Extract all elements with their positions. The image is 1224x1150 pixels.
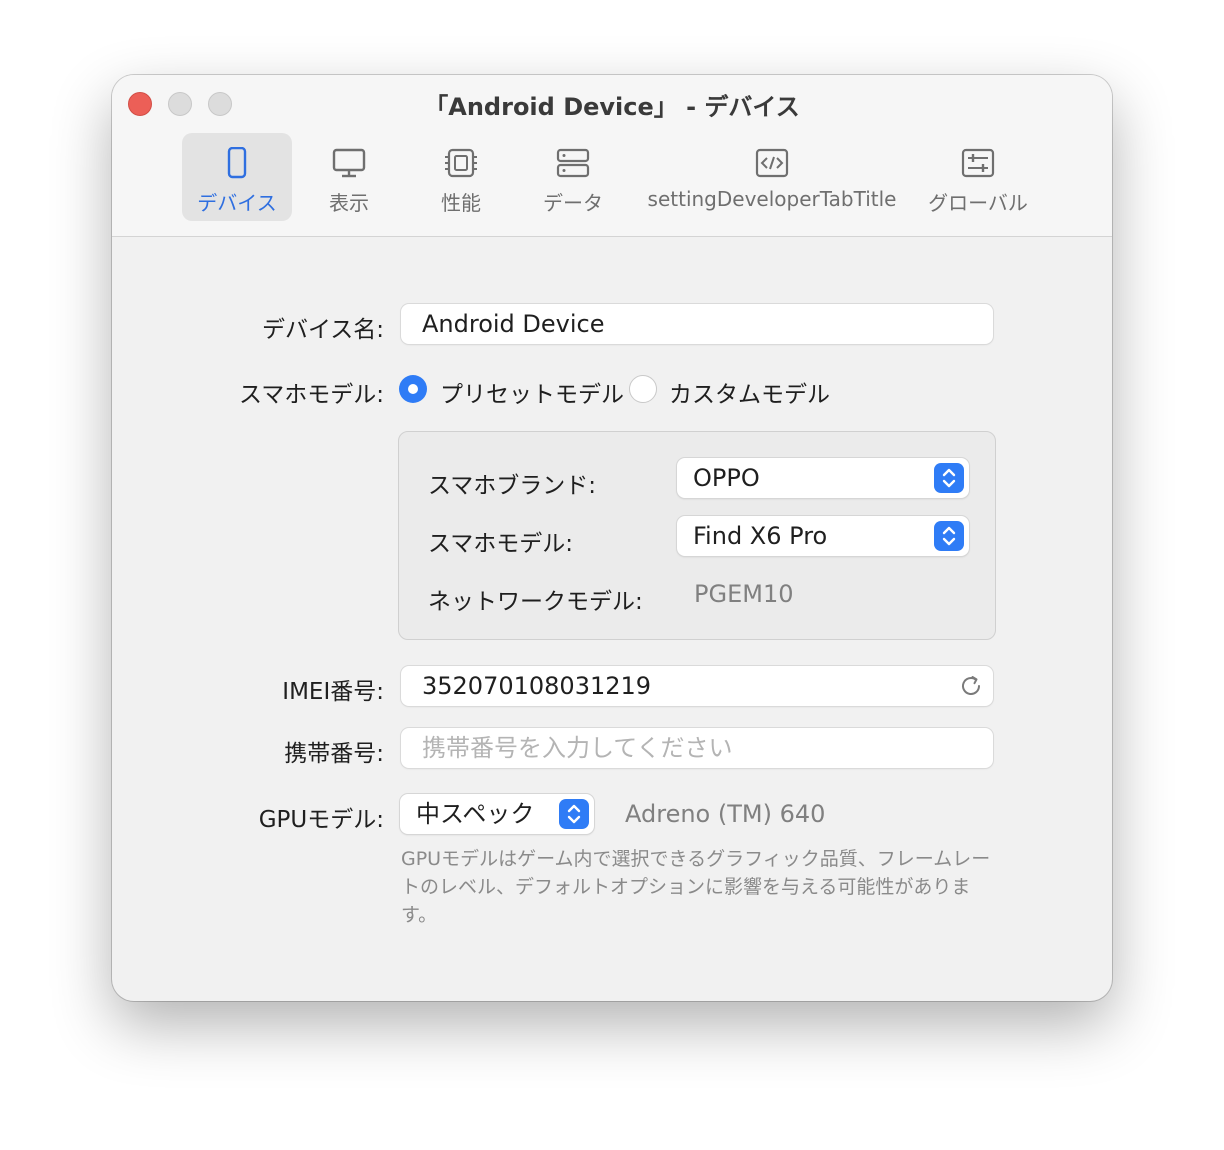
title-bar: 「Android Device」 - デバイス デバイス 表示 性能 データ s…	[112, 75, 1112, 237]
phone-model-value: Find X6 Pro	[693, 522, 828, 550]
phone-model-popup[interactable]: Find X6 Pro	[677, 516, 969, 556]
cpu-icon	[445, 148, 477, 178]
gpu-help-text: GPUモデルはゲーム内で選択できるグラフィック品質、フレームレートのレベル、デフ…	[401, 848, 991, 926]
gpu-model-value: 中スペック	[416, 800, 535, 828]
phone-model-popup-stepper[interactable]	[934, 521, 964, 551]
phone-number-label: 携帯番号:	[284, 741, 384, 767]
tab-display[interactable]: 表示	[294, 133, 404, 221]
imei-label: IMEI番号:	[282, 679, 384, 705]
model-type-label: スマホモデル:	[238, 382, 384, 408]
network-model-label: ネットワークモデル:	[428, 589, 643, 615]
brand-label: スマホブランド:	[428, 473, 597, 499]
tab-label: グローバル	[928, 191, 1028, 215]
tab-label: settingDeveloperTabTitle	[647, 187, 897, 211]
gpu-model-popup[interactable]: 中スペック	[400, 794, 594, 834]
chevron-up-down-icon	[942, 526, 956, 546]
custom-model-radio[interactable]	[629, 375, 657, 403]
tab-device[interactable]: デバイス	[182, 133, 292, 221]
phone-model-label: スマホモデル:	[428, 531, 574, 557]
device-name-label: デバイス名:	[261, 317, 384, 343]
monitor-icon	[332, 148, 366, 178]
server-icon	[556, 148, 590, 178]
phone-icon	[227, 147, 247, 179]
tab-label: デバイス	[197, 191, 277, 215]
device-name-input[interactable]: Android Device	[401, 304, 993, 344]
tab-data[interactable]: データ	[518, 133, 628, 221]
brand-popup[interactable]: OPPO	[677, 458, 969, 498]
device-name-value: Android Device	[422, 310, 605, 338]
tab-developer[interactable]: settingDeveloperTabTitle	[634, 133, 910, 221]
preset-model-radio-label[interactable]: プリセットモデル	[440, 375, 624, 409]
imei-input[interactable]: 352070108031219	[401, 666, 993, 706]
gpu-model-label: GPUモデル:	[258, 807, 384, 833]
tab-global[interactable]: グローバル	[918, 133, 1038, 221]
sliders-icon	[961, 148, 995, 178]
window-title: 「Android Device」 - デバイス	[424, 93, 800, 121]
phone-number-placeholder: 携帯番号を入力してください	[422, 734, 733, 762]
preset-model-radio[interactable]	[399, 375, 427, 403]
tab-label: データ	[543, 191, 603, 215]
code-icon	[755, 148, 789, 178]
brand-value: OPPO	[693, 464, 760, 492]
chevron-up-down-icon	[942, 468, 956, 488]
gpu-name: Adreno (TM) 640	[625, 800, 826, 828]
gpu-popup-stepper[interactable]	[559, 799, 589, 829]
imei-value: 352070108031219	[422, 672, 652, 700]
custom-model-radio-label[interactable]: カスタムモデル	[669, 375, 830, 409]
phone-number-input[interactable]: 携帯番号を入力してください	[401, 728, 993, 768]
refresh-icon[interactable]	[959, 674, 983, 698]
preferences-window: 「Android Device」 - デバイス デバイス 表示 性能 データ s…	[112, 75, 1112, 1001]
network-model-value: PGEM10	[694, 580, 794, 608]
brand-popup-stepper[interactable]	[934, 463, 964, 493]
preset-model-group: スマホブランド: OPPO スマホモデル: Find X6 Pro ネットワーク…	[398, 431, 996, 640]
tab-performance[interactable]: 性能	[406, 133, 516, 221]
tab-label: 性能	[441, 191, 481, 215]
chevron-up-down-icon	[567, 804, 581, 824]
tab-label: 表示	[329, 191, 369, 215]
